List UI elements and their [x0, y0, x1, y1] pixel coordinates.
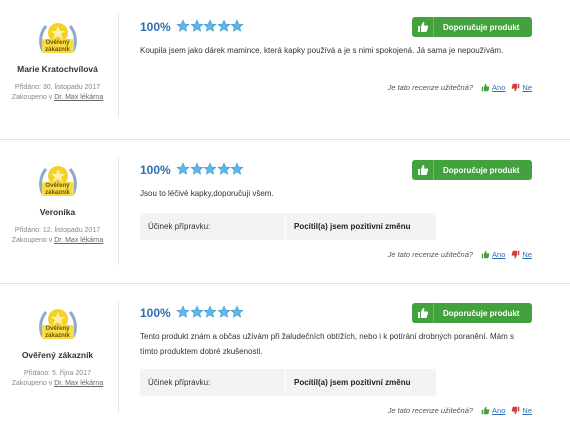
recommend-badge: Doporučuje produkt: [412, 17, 532, 37]
recommend-badge: Doporučuje produkt: [412, 303, 532, 323]
added-date: Přidáno: 30. listopadu 2017: [14, 84, 101, 91]
thumbs-up-icon: [412, 303, 434, 323]
star-icon: [230, 162, 244, 175]
added-date: Přidáno: 5. října 2017: [24, 370, 91, 377]
star-icon: [176, 305, 190, 318]
star-icon: [230, 305, 244, 318]
effect-row: Účinek přípravku: Pocítil(a) jsem poziti…: [140, 369, 436, 396]
rating-row: 100% Doporučuje produkt: [140, 160, 532, 180]
star-icon: [176, 162, 190, 175]
review-text: Tento produkt znám a občas užívám při ža…: [140, 332, 514, 356]
rating-percent: 100%: [140, 306, 171, 320]
thumbs-up-icon: [481, 83, 490, 92]
review-author: Ověřený zákazník Veronika Přidáno: 12. l…: [0, 160, 115, 246]
laurel-medal-icon: [38, 166, 77, 196]
effect-label: Účinek přípravku:: [140, 369, 285, 396]
helpful-vote: Je tato recenze užitečná? Ano Ne: [388, 406, 532, 415]
review-item: Ověřený zákazník Ověřený zákazník Přidán…: [0, 284, 570, 421]
vote-yes-button[interactable]: Ano: [481, 250, 505, 259]
star-icon: [189, 305, 204, 318]
star-icon: [203, 162, 217, 175]
star-icon: [189, 162, 204, 175]
review-author: Ověřený zákazník Ověřený zákazník Přidán…: [0, 303, 115, 389]
star-icon: [216, 305, 231, 318]
rating-percent: 100%: [140, 20, 171, 34]
rating-row: 100% Doporučuje produkt: [140, 303, 532, 323]
thumbs-up-icon: [481, 250, 490, 259]
laurel-medal-icon: [38, 309, 77, 339]
helpful-vote: Je tato recenze užitečná? Ano Ne: [388, 83, 532, 92]
review-content: 100% Doporučuje produkt Jsou to léčivé k…: [140, 160, 532, 240]
vote-yes-button[interactable]: Ano: [481, 406, 505, 415]
author-name: Marie Kratochvílová: [17, 64, 98, 74]
column-divider: [118, 14, 119, 118]
star-rating: [176, 19, 244, 33]
effect-value: Pocítil(a) jsem pozitivní změnu: [286, 213, 436, 240]
star-rating: [176, 162, 244, 176]
verified-customer-badge: Ověřený zákazník: [36, 303, 80, 347]
star-rating: [176, 305, 244, 319]
verified-customer-badge: Ověřený zákazník: [36, 17, 80, 61]
column-divider: [118, 158, 119, 265]
recommend-label: Doporučuje produkt: [443, 308, 520, 318]
star-icon: [203, 19, 217, 32]
star-icon: [189, 19, 204, 32]
star-icon: [230, 19, 244, 32]
rating-percent: 100%: [140, 163, 171, 177]
star-icon: [176, 19, 190, 32]
review-item: Ověřený zákazník Veronika Přidáno: 12. l…: [0, 140, 570, 283]
store-link[interactable]: Dr. Max lékárna: [54, 380, 103, 387]
review-text: Jsou to léčivé kapky,doporučuji všem.: [140, 189, 274, 198]
thumbs-down-icon: [512, 250, 520, 259]
rating-row: 100% Doporučuje produkt: [140, 17, 532, 37]
review-content: 100% Doporučuje produkt Tento produkt zn…: [140, 303, 532, 396]
helpful-question: Je tato recenze užitečná?: [387, 406, 474, 415]
thumbs-up-icon: [412, 160, 434, 180]
star-icon: [216, 162, 231, 175]
store-link[interactable]: Dr. Max lékárna: [54, 94, 103, 101]
author-name: Veronika: [39, 207, 76, 217]
recommend-label: Doporučuje produkt: [443, 165, 520, 175]
column-divider: [118, 301, 119, 413]
recommend-label: Doporučuje produkt: [443, 22, 520, 32]
vote-no-button[interactable]: Ne: [511, 406, 532, 415]
vote-no-button[interactable]: Ne: [511, 250, 532, 259]
verified-customer-badge: Ověřený zákazník: [36, 160, 80, 204]
effect-row: Účinek přípravku: Pocítil(a) jsem poziti…: [140, 213, 436, 240]
effect-value: Pocítil(a) jsem pozitivní změnu: [286, 369, 436, 396]
helpful-question: Je tato recenze užitečná?: [387, 83, 474, 92]
review-text: Koupila jsem jako dárek mamince, která k…: [140, 46, 504, 55]
recommend-badge: Doporučuje produkt: [412, 160, 532, 180]
star-icon: [216, 19, 231, 32]
vote-no-button[interactable]: Ne: [511, 83, 532, 92]
star-icon: [203, 305, 217, 318]
review-item: Ověřený zákazník Marie Kratochvílová Při…: [0, 0, 570, 140]
vote-yes-button[interactable]: Ano: [481, 83, 505, 92]
review-content: 100% Doporučuje produkt Koupila jsem jak…: [140, 17, 532, 58]
helpful-vote: Je tato recenze užitečná? Ano Ne: [388, 250, 532, 259]
author-name: Ověřený zákazník: [21, 350, 94, 360]
review-meta: Přidáno: 5. října 2017 Zakoupeno v Dr. M…: [0, 369, 115, 389]
thumbs-up-icon: [481, 406, 490, 415]
store-link[interactable]: Dr. Max lékárna: [54, 237, 103, 244]
helpful-question: Je tato recenze užitečná?: [387, 250, 474, 259]
effect-label: Účinek přípravku:: [140, 213, 285, 240]
review-author: Ověřený zákazník Marie Kratochvílová Při…: [0, 17, 115, 103]
bought-in: Zakoupeno v Dr. Max lékárna: [11, 94, 104, 101]
thumbs-down-icon: [512, 406, 520, 415]
review-meta: Přidáno: 30. listopadu 2017 Zakoupeno v …: [0, 83, 115, 103]
added-date: Přidáno: 12. listopadu 2017: [14, 227, 101, 234]
bought-in: Zakoupeno v Dr. Max lékárna: [11, 237, 104, 244]
review-meta: Přidáno: 12. listopadu 2017 Zakoupeno v …: [0, 226, 115, 246]
thumbs-down-icon: [512, 83, 520, 92]
laurel-medal-icon: [38, 23, 77, 53]
thumbs-up-icon: [412, 17, 434, 37]
bought-in: Zakoupeno v Dr. Max lékárna: [11, 380, 104, 387]
